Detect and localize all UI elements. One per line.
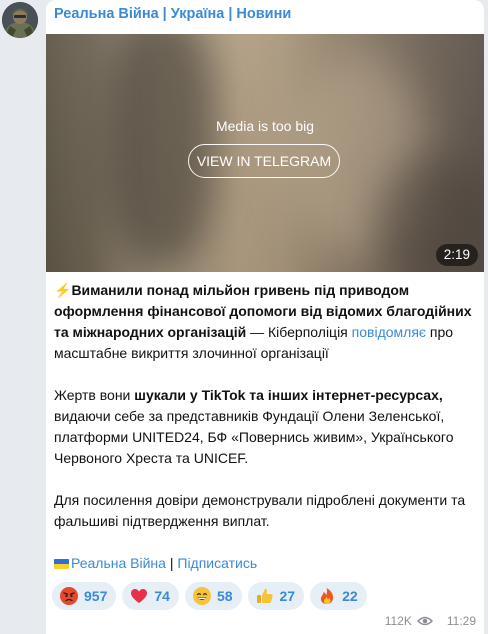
grin-face-icon bbox=[192, 587, 211, 605]
channel-name[interactable]: Реальна Війна | Україна | Новини bbox=[54, 6, 291, 22]
reaction-fire[interactable]: 22 bbox=[310, 582, 367, 610]
post-paragraph-2: Жертв вони шукали у TikTok та інших інте… bbox=[54, 385, 478, 469]
source-link[interactable]: повідомляє bbox=[352, 324, 426, 340]
reaction-count: 74 bbox=[154, 588, 170, 604]
video-duration: 2:19 bbox=[435, 244, 478, 266]
view-count: 112K bbox=[384, 614, 412, 628]
reactions-bar: 957 74 58 27 22 bbox=[52, 582, 367, 610]
lightning-icon: ⚡ bbox=[54, 282, 72, 298]
heart-icon bbox=[131, 589, 148, 603]
angry-face-icon bbox=[60, 587, 78, 605]
reaction-thumbs-up[interactable]: 27 bbox=[247, 582, 305, 610]
message-bubble: Реальна Війна | Україна | Новини Media i… bbox=[46, 0, 484, 634]
thumbs-up-icon bbox=[256, 588, 273, 603]
channel-avatar[interactable] bbox=[2, 2, 38, 38]
video-preview[interactable]: Media is too big VIEW IN TELEGRAM 2:19 bbox=[46, 34, 484, 272]
post-p2-bold: шукали у TikTok та інших інтернет-ресурс… bbox=[134, 387, 443, 403]
subscribe-link[interactable]: Підписатись bbox=[177, 555, 257, 571]
eye-icon bbox=[416, 616, 433, 626]
post-paragraph-3: Для посилення довіри демонстрували підро… bbox=[54, 492, 466, 529]
message-time: 11:29 bbox=[446, 614, 476, 628]
footer-separator: | bbox=[165, 555, 178, 571]
view-in-telegram-button[interactable]: VIEW IN TELEGRAM bbox=[188, 144, 340, 178]
soldier-avatar-icon bbox=[2, 2, 38, 38]
reaction-count: 22 bbox=[342, 588, 358, 604]
post-p2-rest: видаючи себе за представників Фундації О… bbox=[54, 408, 454, 466]
ukraine-flag-icon bbox=[54, 559, 69, 569]
post-p2-start: Жертв вони bbox=[54, 387, 135, 403]
reaction-heart[interactable]: 74 bbox=[122, 582, 179, 610]
post-source-intro: — Кіберполіція bbox=[246, 324, 352, 340]
message-meta: 112K 11:29 bbox=[385, 614, 476, 628]
media-too-big-notice: Media is too big bbox=[215, 118, 315, 134]
post-footer: Реальна Війна | Підписатись bbox=[54, 553, 478, 574]
reaction-angry[interactable]: 957 bbox=[52, 582, 117, 610]
footer-channel-link[interactable]: Реальна Війна bbox=[71, 555, 166, 571]
post-text: ⚡Виманили понад мільйон гривень під прив… bbox=[54, 280, 478, 574]
reaction-count: 58 bbox=[216, 588, 233, 604]
fire-icon bbox=[321, 588, 334, 604]
reaction-count: 27 bbox=[279, 588, 296, 604]
reaction-count: 957 bbox=[84, 588, 108, 604]
post-lead-paragraph: ⚡Виманили понад мільйон гривень під прив… bbox=[54, 280, 478, 364]
reaction-grin[interactable]: 58 bbox=[184, 582, 242, 610]
